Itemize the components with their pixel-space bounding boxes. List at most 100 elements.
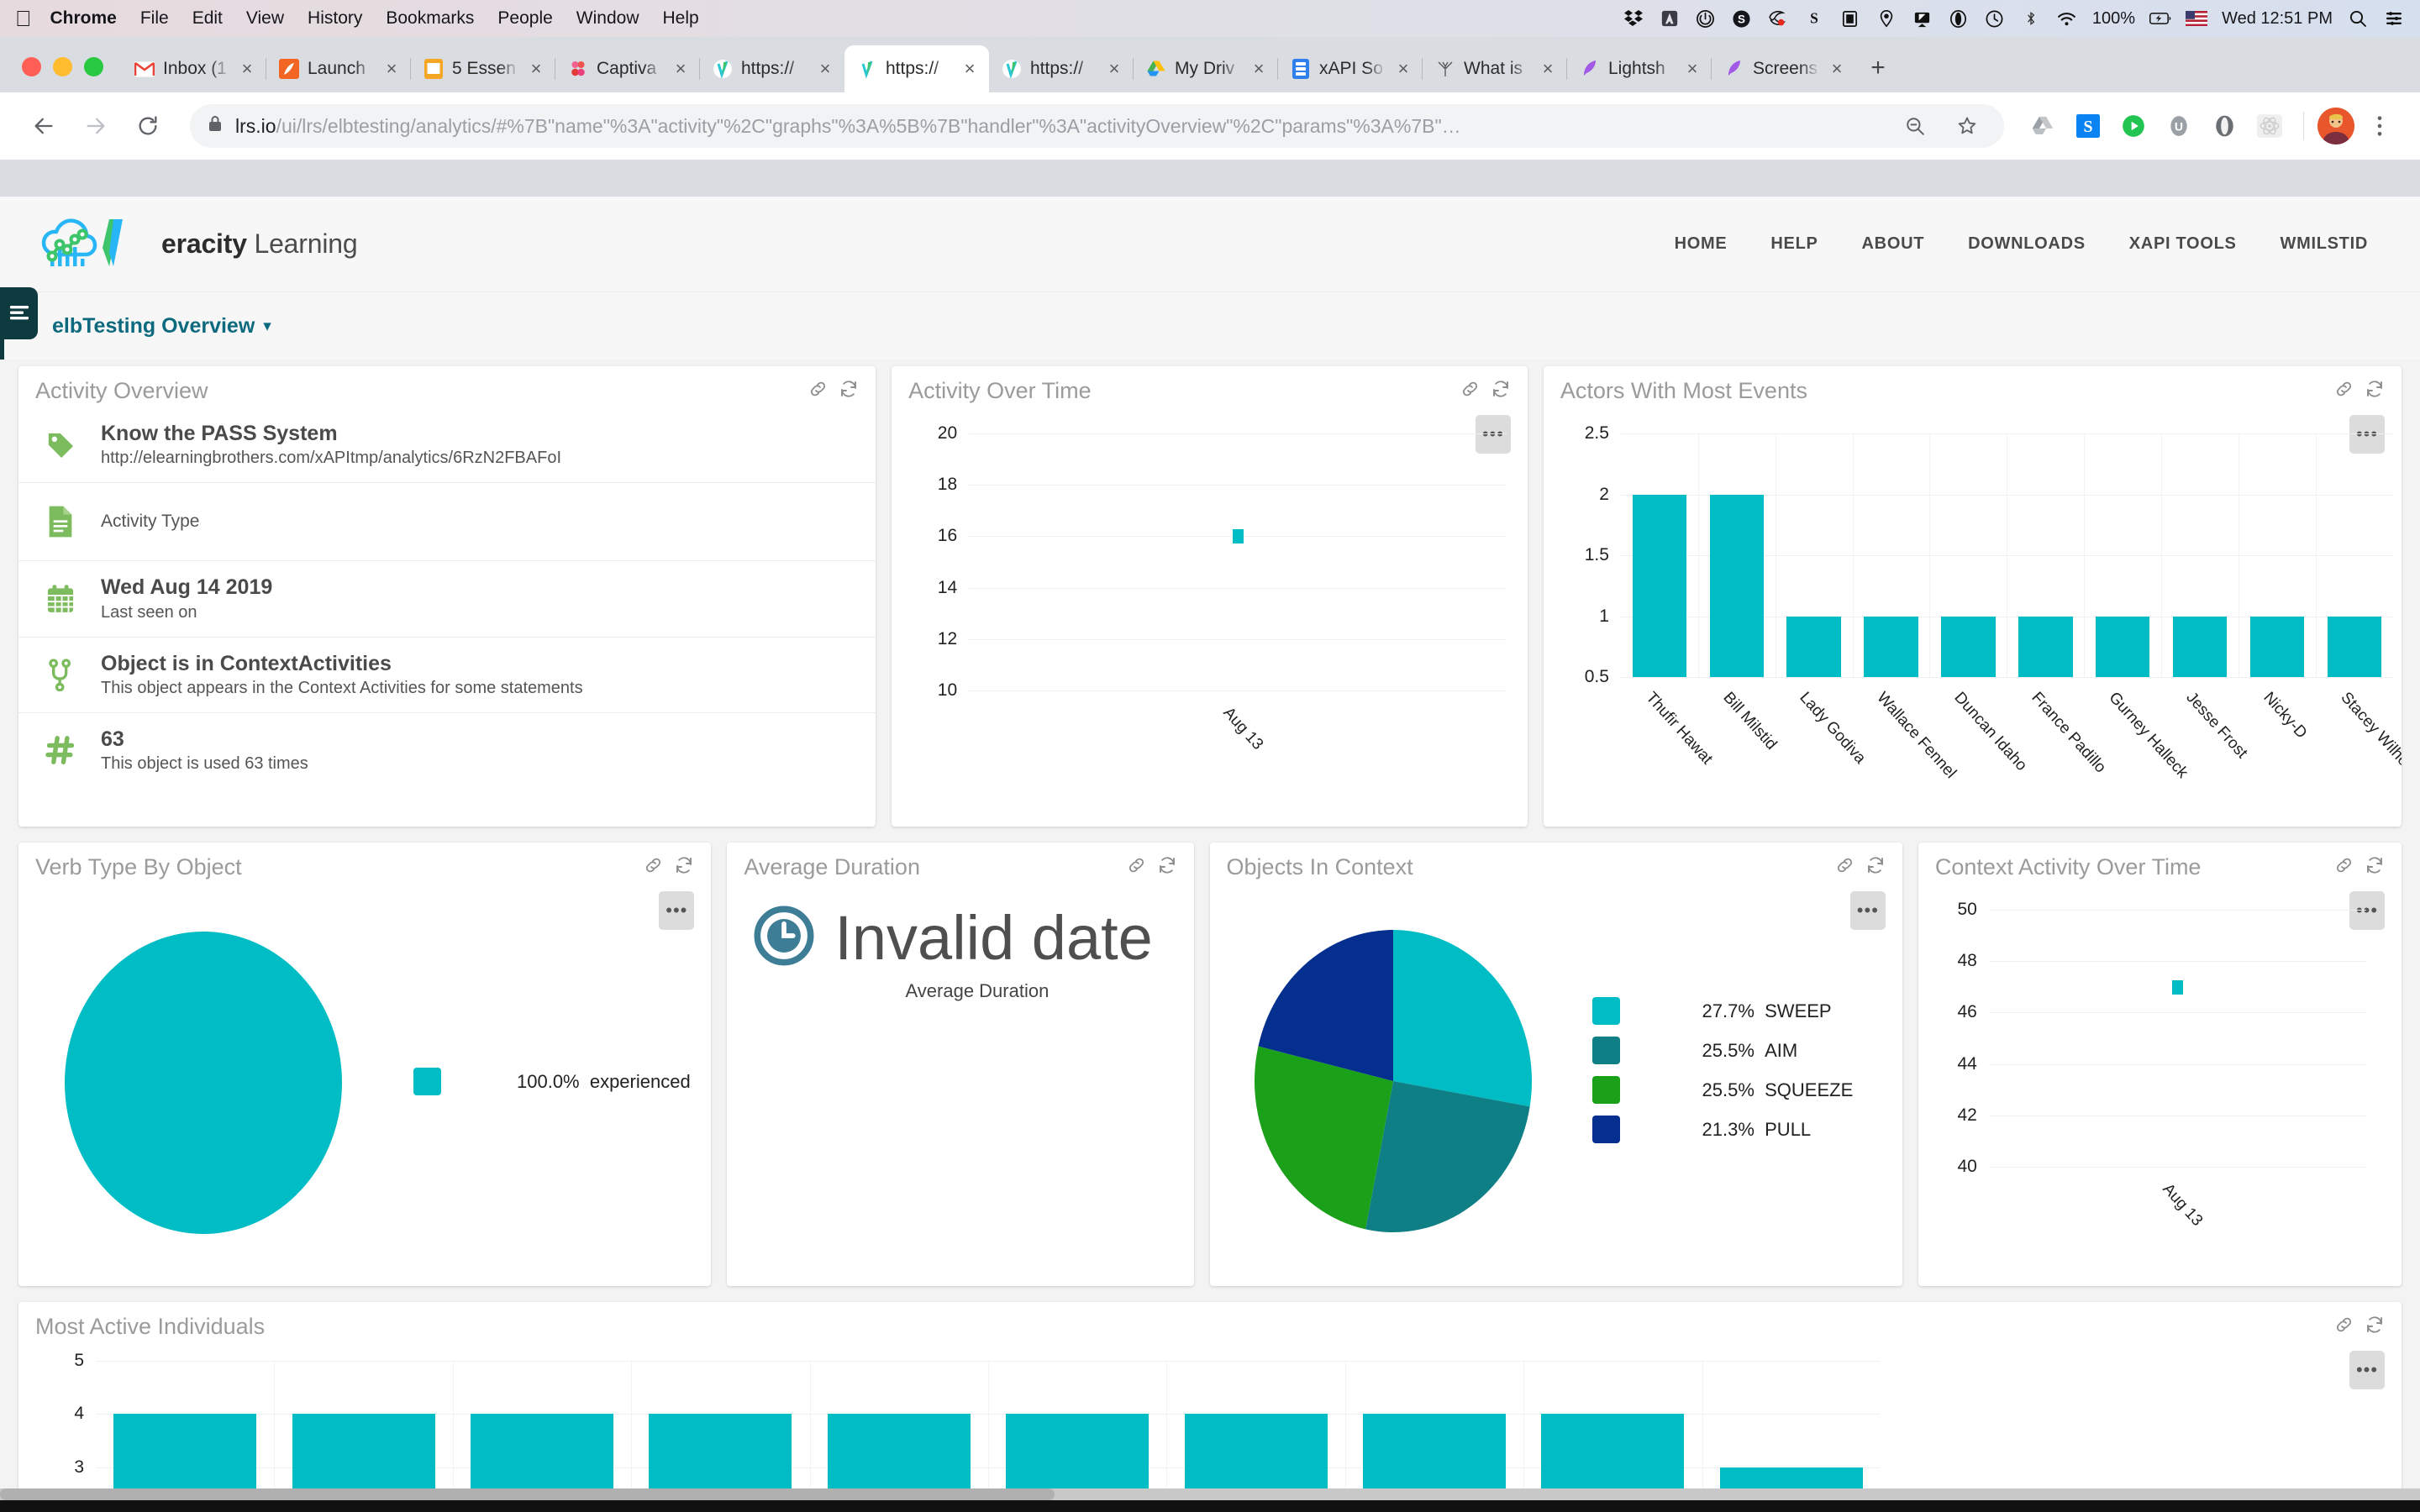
opera-ext-icon[interactable] [2204,106,2244,146]
bar[interactable] [2173,617,2227,678]
bar[interactable] [2328,617,2381,678]
tab-close-icon[interactable]: × [960,58,979,80]
refresh-icon[interactable] [839,379,859,403]
bar[interactable] [2250,617,2304,678]
bar[interactable] [1786,617,1840,678]
nav-item-downloads[interactable]: DOWNLOADS [1968,234,2086,254]
display-icon[interactable] [1839,8,1861,29]
back-button[interactable] [20,102,67,150]
link-icon[interactable] [1835,856,1855,879]
chart-context-activity-over-time[interactable]: 404244464850Aug 13 [1918,895,2402,1247]
browser-tab-7[interactable]: My Driv × [1134,45,1278,92]
us-flag-icon[interactable] [2186,8,2207,29]
link-icon[interactable] [644,856,664,879]
tab-close-icon[interactable]: × [1828,58,1846,80]
chart-objects-in-context[interactable]: 27.7% SWEEP25.5% AIM25.5% SQUEEZE21.3% P… [1210,890,1902,1276]
tab-close-icon[interactable]: × [1539,58,1557,80]
battery-icon[interactable] [2149,8,2171,29]
minimize-window-button[interactable] [53,57,72,76]
browser-tab-9[interactable]: What is × [1423,45,1567,92]
scrollbar-thumb[interactable] [0,1488,1055,1500]
hamburger-menu-icon[interactable] [0,287,38,339]
bar[interactable] [1633,495,1686,678]
star-icon[interactable] [1947,106,1987,146]
menu-chrome[interactable]: Chrome [50,8,117,29]
tab-close-icon[interactable]: × [527,58,545,80]
tab-close-icon[interactable]: × [816,58,834,80]
link-icon[interactable] [2334,1315,2354,1338]
browser-tab-10[interactable]: Lightsh × [1567,45,1712,92]
apple-logo-icon[interactable]:  [15,8,32,29]
airplay-icon[interactable] [1912,8,1933,29]
chart-activity-over-time[interactable]: 101214161820Aug 13 [892,418,1528,771]
wifi-icon[interactable] [2056,8,2078,29]
maximize-window-button[interactable] [84,57,103,76]
menu-people[interactable]: People [497,8,552,29]
location-icon[interactable] [1876,8,1897,29]
spotlight-search-icon[interactable] [2347,8,2369,29]
menu-history[interactable]: History [308,8,362,29]
reload-button[interactable] [124,102,171,150]
menu-view[interactable]: View [246,8,284,29]
chevron-down-icon[interactable]: ▾ [263,317,271,336]
chrome-remote-icon[interactable] [1767,8,1789,29]
new-tab-button[interactable]: + [1856,46,1900,90]
skype-s-icon[interactable]: S [1803,8,1825,29]
menu-bookmarks[interactable]: Bookmarks [386,8,474,29]
dropbox-icon[interactable] [1623,8,1644,29]
legend-item[interactable]: 27.7% SWEEP [1592,997,1854,1025]
bar[interactable] [1864,617,1918,678]
breadcrumb[interactable]: elbTesting Overview ▾ [52,314,271,339]
play-green-ext-icon[interactable] [2113,106,2154,146]
link-icon[interactable] [808,380,829,402]
refresh-icon[interactable] [1157,855,1177,879]
menu-window[interactable]: Window [576,8,639,29]
browser-tab-4[interactable]: https:// × [700,45,844,92]
link-icon[interactable] [2334,856,2354,879]
nav-item-xapi-tools[interactable]: XAPI TOOLS [2129,234,2237,254]
pie-slice[interactable] [1393,930,1532,1106]
browser-tab-1[interactable]: Launch × [266,45,411,92]
veracity-learning-logo[interactable]: eracity Learning [34,211,357,278]
tab-close-icon[interactable]: × [671,58,690,80]
close-window-button[interactable] [22,57,41,76]
tab-close-icon[interactable]: × [238,58,256,80]
link-icon[interactable] [1460,380,1481,402]
bar[interactable] [2096,617,2149,678]
bar[interactable] [1710,495,1764,678]
legend-item[interactable]: 21.3% PULL [1592,1116,1854,1143]
browser-tab-6[interactable]: https:// × [989,45,1134,92]
refresh-icon[interactable] [674,855,694,879]
tab-close-icon[interactable]: × [382,58,401,80]
legend-item[interactable]: 100.0% experienced [413,1068,691,1095]
user-avatar[interactable] [2317,108,2354,144]
u-gray-ext-icon[interactable]: U [2159,106,2199,146]
tab-close-icon[interactable]: × [1394,58,1413,80]
three-dot-menu-icon[interactable] [2360,106,2400,146]
window-scrollbar[interactable] [0,1488,2420,1500]
opera-icon[interactable] [1948,8,1970,29]
power-icon[interactable] [1695,8,1717,29]
bluetooth-icon[interactable] [2020,8,2042,29]
browser-tab-5-active[interactable]: https:// × [844,45,989,92]
control-center-icon[interactable] [2383,8,2405,29]
menu-file[interactable]: File [140,8,169,29]
legend-item[interactable]: 25.5% SQUEEZE [1592,1076,1854,1104]
overview-row-usage-count[interactable]: 63 This object is used 63 times [18,713,876,788]
nav-item-about[interactable]: ABOUT [1862,234,1925,254]
bar[interactable] [2018,617,2072,678]
link-icon[interactable] [2334,380,2354,402]
link-icon[interactable] [1127,856,1147,879]
nav-item-wmilstid[interactable]: WMILSTID [2281,234,2368,254]
overview-row-context-activities[interactable]: Object is in ContextActivities This obje… [18,638,876,713]
menu-help[interactable]: Help [663,8,699,29]
tab-close-icon[interactable]: × [1105,58,1123,80]
chart-most-active-individuals[interactable]: 345 [18,1349,2402,1512]
browser-tab-0[interactable]: Inbox (1 × [122,45,266,92]
nav-item-help[interactable]: HELP [1770,234,1818,254]
zoom-out-icon[interactable] [1895,106,1935,146]
overview-row-last-seen[interactable]: Wed Aug 14 2019 Last seen on [18,561,876,637]
time-machine-icon[interactable] [1984,8,2006,29]
bar[interactable] [1941,617,1995,678]
browser-tab-2[interactable]: 5 Essen × [411,45,555,92]
